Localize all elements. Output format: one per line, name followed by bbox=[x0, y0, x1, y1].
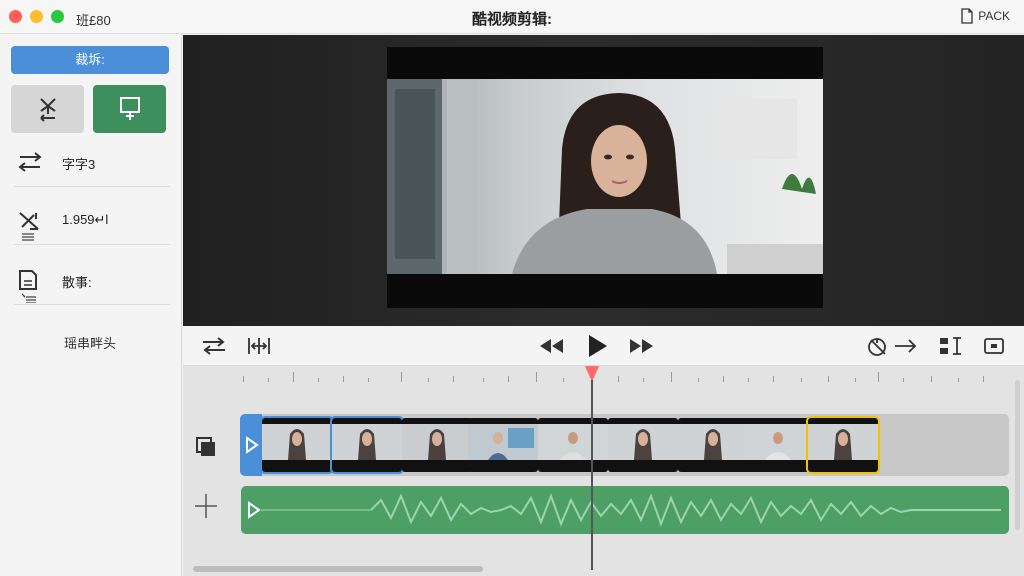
clip-thumbnail bbox=[262, 424, 332, 460]
video-clip[interactable] bbox=[468, 418, 538, 472]
sidebar-row-label: 字字3 bbox=[62, 157, 96, 172]
speed-adjust-icon[interactable] bbox=[867, 336, 889, 358]
sidebar-footer-label: 瑶串畔头 bbox=[64, 336, 117, 351]
clip-thumbnail bbox=[743, 424, 813, 460]
audio-waveform bbox=[248, 493, 1001, 527]
add-frame-button[interactable] bbox=[93, 85, 166, 133]
video-clip[interactable] bbox=[402, 418, 472, 472]
sidebar-row-document[interactable]: 散事: bbox=[14, 255, 170, 305]
clip-thumbnail bbox=[808, 424, 878, 460]
split-clip-icon[interactable] bbox=[247, 336, 271, 356]
video-clip[interactable] bbox=[330, 416, 404, 474]
sidebar: 裁坼: 字字3 1.959↵l 散事: 瑶串畔头 bbox=[0, 35, 182, 576]
sidebar-row-label: 散事: bbox=[62, 275, 92, 290]
video-clip[interactable] bbox=[608, 418, 678, 472]
clip-thumbnail bbox=[332, 424, 402, 460]
timeline-ruler[interactable] bbox=[183, 366, 1024, 386]
audio-track[interactable] bbox=[241, 486, 1009, 534]
menu-lines-icon bbox=[22, 233, 34, 241]
add-frame-icon bbox=[119, 97, 140, 120]
preview-video-frame bbox=[387, 79, 823, 274]
title-bar: 班£80 酷视频剪辑: PACK bbox=[0, 0, 1024, 34]
add-track-icon[interactable] bbox=[195, 494, 217, 518]
video-track-start-handle[interactable] bbox=[240, 414, 262, 476]
video-clip[interactable] bbox=[260, 416, 334, 474]
sidebar-row-label: 1.959↵l bbox=[62, 212, 109, 227]
timeline[interactable] bbox=[183, 366, 1024, 576]
screen-view-icon[interactable] bbox=[983, 336, 1005, 356]
list-indent-icon bbox=[22, 293, 36, 303]
transform-tool-button[interactable] bbox=[11, 85, 84, 133]
clip-thumbnail bbox=[468, 424, 538, 460]
swap-arrows-icon bbox=[18, 152, 42, 172]
crop-button[interactable]: 裁坼: bbox=[11, 46, 169, 74]
transform-icon bbox=[39, 98, 56, 122]
layout-columns-icon[interactable] bbox=[939, 336, 963, 356]
arrow-right-icon[interactable] bbox=[895, 339, 917, 353]
video-clip[interactable] bbox=[743, 418, 813, 472]
clip-thumbnail bbox=[538, 424, 608, 460]
fast-forward-icon[interactable] bbox=[629, 339, 653, 353]
vertical-scrollbar[interactable] bbox=[1015, 380, 1020, 530]
video-frame-image bbox=[387, 79, 823, 274]
playhead-line[interactable] bbox=[591, 380, 593, 570]
window-title: 酷视频剪辑: bbox=[472, 11, 552, 28]
swap-tracks-icon[interactable] bbox=[201, 336, 227, 356]
play-icon[interactable] bbox=[587, 335, 607, 357]
clip-thumbnail bbox=[678, 424, 748, 460]
play-marker-icon bbox=[246, 436, 259, 454]
preview-frame bbox=[387, 47, 823, 308]
export-label: PACK bbox=[978, 9, 1010, 23]
video-preview[interactable] bbox=[183, 35, 1024, 326]
video-clip-selected[interactable] bbox=[806, 416, 880, 474]
export-button[interactable]: PACK bbox=[960, 8, 1010, 24]
rewind-icon[interactable] bbox=[540, 339, 564, 353]
video-clip[interactable] bbox=[678, 418, 748, 472]
clip-thumbnail bbox=[608, 424, 678, 460]
sidebar-row-swap[interactable]: 字字3 bbox=[14, 137, 170, 187]
transport-bar bbox=[183, 326, 1024, 366]
video-clip[interactable] bbox=[538, 418, 608, 472]
document-icon bbox=[961, 8, 973, 24]
speed-icon bbox=[19, 212, 39, 230]
video-track-icon[interactable] bbox=[195, 436, 217, 458]
document-icon bbox=[19, 270, 37, 290]
clip-thumbnail bbox=[402, 424, 472, 460]
sidebar-row-speed[interactable]: 1.959↵l bbox=[14, 195, 170, 245]
horizontal-scrollbar[interactable] bbox=[193, 566, 483, 572]
